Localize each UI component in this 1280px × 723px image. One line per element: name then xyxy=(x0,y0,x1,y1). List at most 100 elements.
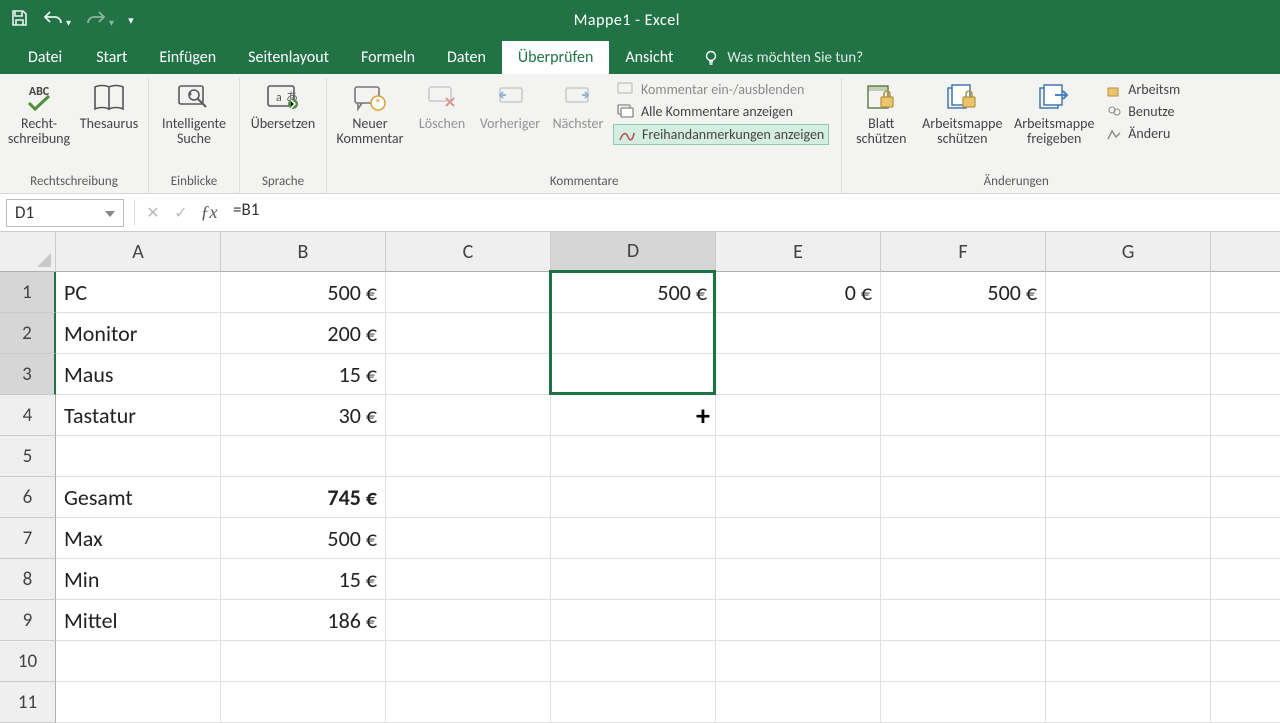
save-icon[interactable] xyxy=(10,9,28,32)
cell[interactable] xyxy=(551,313,716,354)
cell[interactable] xyxy=(1046,272,1211,313)
row-header-9[interactable]: 9 xyxy=(0,600,56,641)
cell[interactable] xyxy=(551,395,716,436)
thesaurus-button[interactable]: Thesaurus xyxy=(76,78,142,131)
cell[interactable] xyxy=(881,313,1046,354)
cell[interactable]: 500 € xyxy=(221,272,386,313)
track-changes-small[interactable]: Änderu xyxy=(1102,124,1184,143)
cell[interactable]: Maus xyxy=(56,354,221,395)
cell[interactable] xyxy=(551,354,716,395)
cell[interactable] xyxy=(881,436,1046,477)
delete-comment-button[interactable]: Löschen xyxy=(411,78,473,131)
formula-input[interactable]: =B1 xyxy=(223,199,1280,227)
cell[interactable]: 745 € xyxy=(221,477,386,518)
row-header-3[interactable]: 3 xyxy=(0,354,56,395)
cell[interactable] xyxy=(1046,518,1211,559)
qat-customize-icon[interactable]: ▾ xyxy=(128,14,134,27)
tell-me[interactable]: Was möchten Sie tun? xyxy=(689,42,877,74)
undo-icon[interactable]: ▾ xyxy=(42,10,71,31)
file-tab[interactable]: Datei xyxy=(10,41,80,74)
col-header-A[interactable]: A xyxy=(56,232,221,272)
cell[interactable]: PC xyxy=(56,272,221,313)
new-comment-button[interactable]: * NeuerKommentar xyxy=(333,78,407,147)
cell[interactable]: 500 € xyxy=(551,272,716,313)
col-header-F[interactable]: F xyxy=(881,232,1046,272)
row-header-6[interactable]: 6 xyxy=(0,477,56,518)
cell[interactable] xyxy=(551,518,716,559)
cell[interactable] xyxy=(551,641,716,682)
cell[interactable] xyxy=(1211,436,1280,477)
cell[interactable] xyxy=(386,600,551,641)
cell[interactable] xyxy=(1211,313,1280,354)
toggle-comment-button[interactable]: Kommentar ein-/ausblenden xyxy=(613,80,829,99)
cell[interactable] xyxy=(1046,600,1211,641)
cell[interactable] xyxy=(386,559,551,600)
cell[interactable]: 500 € xyxy=(221,518,386,559)
row-header-2[interactable]: 2 xyxy=(0,313,56,354)
cell[interactable] xyxy=(386,682,551,723)
cell[interactable] xyxy=(716,313,881,354)
cell[interactable] xyxy=(551,436,716,477)
cell[interactable] xyxy=(881,682,1046,723)
show-all-comments-button[interactable]: Alle Kommentare anzeigen xyxy=(613,102,829,121)
show-ink-button[interactable]: Freihandanmerkungen anzeigen xyxy=(613,124,829,145)
protect-share-small[interactable]: Arbeitsm xyxy=(1102,80,1184,99)
cell[interactable] xyxy=(386,436,551,477)
cell[interactable] xyxy=(386,395,551,436)
row-header-8[interactable]: 8 xyxy=(0,559,56,600)
cell[interactable] xyxy=(1211,682,1280,723)
protect-sheet-button[interactable]: Blattschützen xyxy=(848,78,914,147)
cell[interactable]: 30 € xyxy=(221,395,386,436)
cell[interactable] xyxy=(716,682,881,723)
cell[interactable] xyxy=(551,477,716,518)
tab-überprüfen[interactable]: Überprüfen xyxy=(502,41,609,74)
col-header-B[interactable]: B xyxy=(221,232,386,272)
cell[interactable]: 186 € xyxy=(221,600,386,641)
cell[interactable] xyxy=(56,682,221,723)
cell[interactable] xyxy=(1211,395,1280,436)
cell[interactable]: Monitor xyxy=(56,313,221,354)
cell[interactable]: Gesamt xyxy=(56,477,221,518)
cell[interactable] xyxy=(1211,272,1280,313)
cell[interactable] xyxy=(881,600,1046,641)
row-header-10[interactable]: 10 xyxy=(0,641,56,682)
col-header-E[interactable]: E xyxy=(716,232,881,272)
cell[interactable] xyxy=(881,641,1046,682)
name-box[interactable]: D1 xyxy=(6,199,124,227)
cell[interactable]: 200 € xyxy=(221,313,386,354)
col-header-D[interactable]: D xyxy=(551,232,716,272)
share-workbook-button[interactable]: Arbeitsmappefreigeben xyxy=(1010,78,1098,147)
row-header-7[interactable]: 7 xyxy=(0,518,56,559)
translate-button[interactable]: aあ Übersetzen xyxy=(246,78,320,131)
tab-einfügen[interactable]: Einfügen xyxy=(143,41,232,74)
cell[interactable] xyxy=(1211,477,1280,518)
cell[interactable] xyxy=(716,354,881,395)
smart-lookup-button[interactable]: IntelligenteSuche xyxy=(155,78,233,147)
tab-formeln[interactable]: Formeln xyxy=(345,41,431,74)
cell[interactable] xyxy=(386,354,551,395)
row-header-4[interactable]: 4 xyxy=(0,395,56,436)
cell[interactable] xyxy=(1046,477,1211,518)
cell[interactable] xyxy=(551,600,716,641)
cell[interactable] xyxy=(1046,313,1211,354)
cell[interactable] xyxy=(1046,641,1211,682)
tab-ansicht[interactable]: Ansicht xyxy=(609,41,689,74)
cell[interactable] xyxy=(551,682,716,723)
col-header-G[interactable]: G xyxy=(1046,232,1211,272)
cell[interactable] xyxy=(716,436,881,477)
cell[interactable] xyxy=(56,436,221,477)
cell[interactable] xyxy=(881,395,1046,436)
cell[interactable] xyxy=(386,518,551,559)
cell[interactable] xyxy=(221,682,386,723)
cell[interactable] xyxy=(881,518,1046,559)
cell[interactable] xyxy=(386,641,551,682)
cell[interactable] xyxy=(716,600,881,641)
cell[interactable] xyxy=(386,272,551,313)
cell[interactable]: Min xyxy=(56,559,221,600)
cell[interactable]: 0 € xyxy=(716,272,881,313)
cell[interactable] xyxy=(716,518,881,559)
col-header-C[interactable]: C xyxy=(386,232,551,272)
cell[interactable]: Tastatur xyxy=(56,395,221,436)
prev-comment-button[interactable]: Vorheriger xyxy=(477,78,543,131)
cell[interactable] xyxy=(1046,436,1211,477)
